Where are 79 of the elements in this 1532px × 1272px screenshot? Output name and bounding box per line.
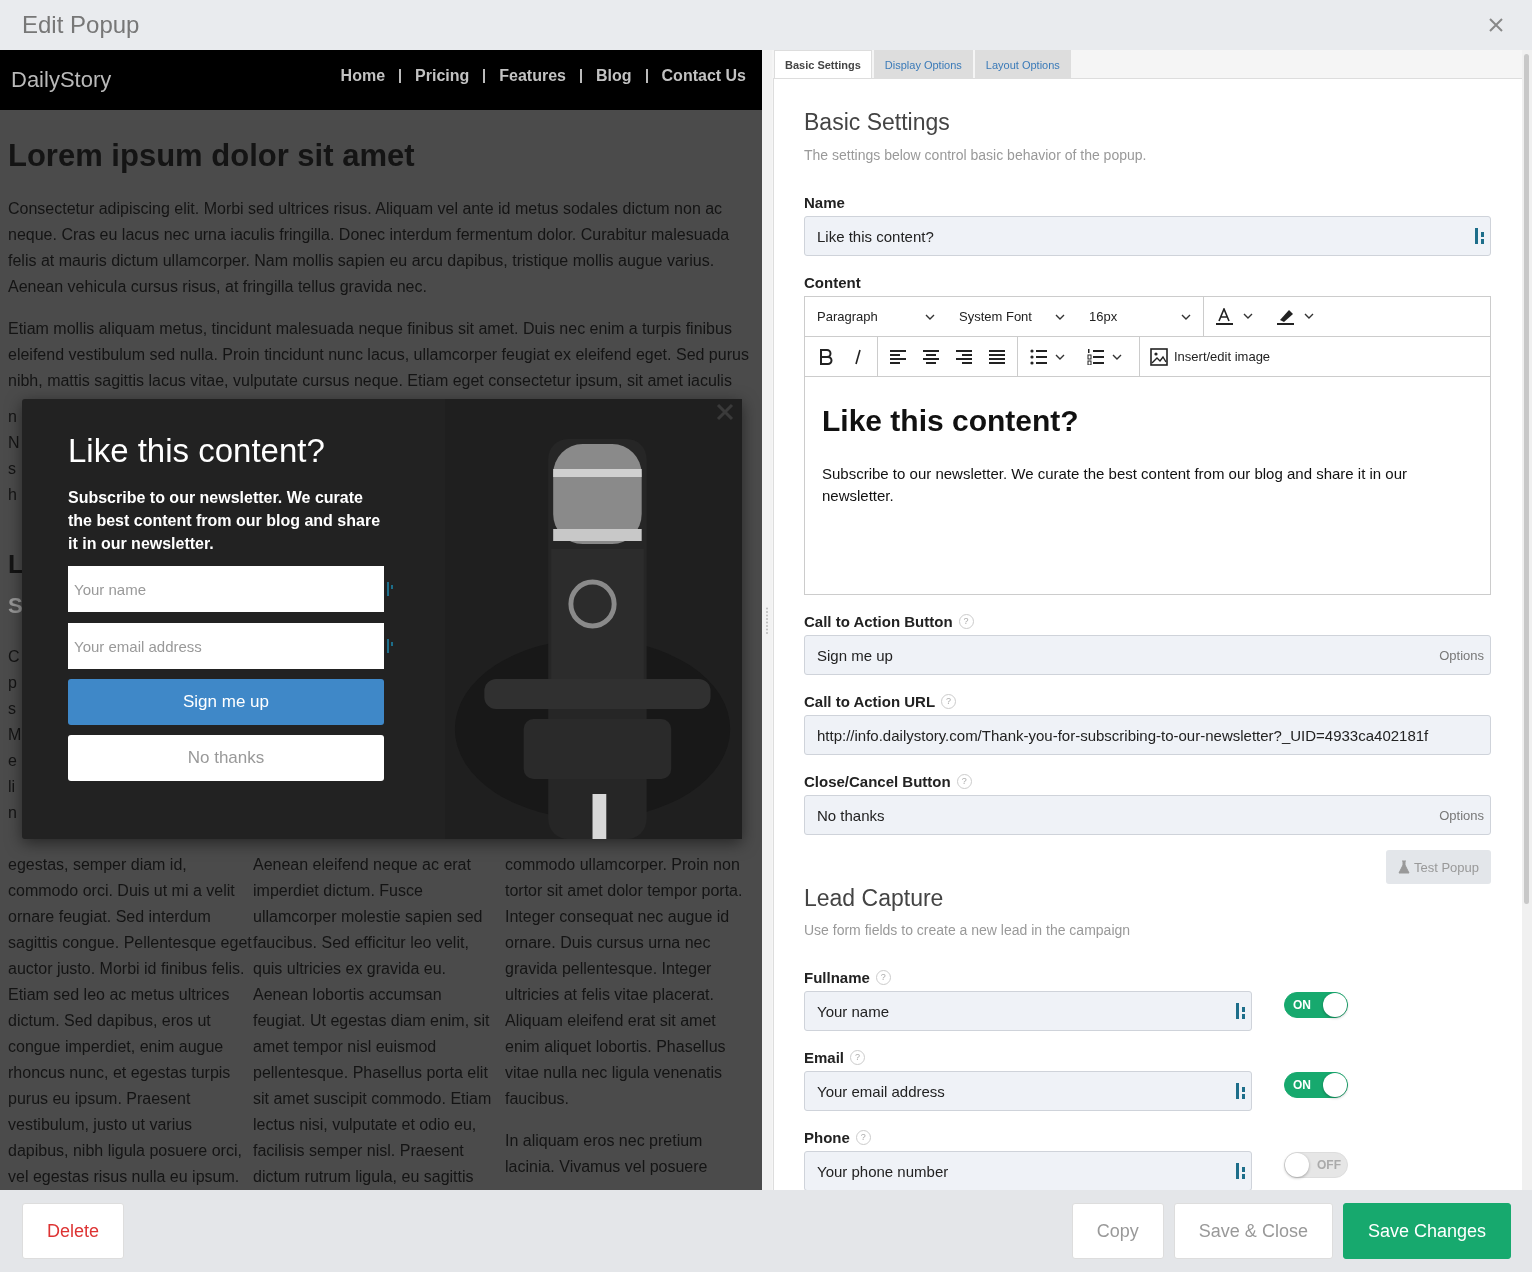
font-size-dropdown[interactable]: 16px — [1077, 297, 1203, 336]
flask-icon — [1397, 860, 1410, 874]
save-button[interactable]: Save Changes — [1342, 1203, 1511, 1259]
italic-icon[interactable] — [853, 348, 863, 365]
tab[interactable]: Display Options — [873, 50, 973, 78]
name-field[interactable]: Like this content? — [804, 216, 1491, 256]
bars-icon — [1236, 1083, 1245, 1099]
field-label: Call to Action Button — [804, 612, 953, 630]
input-field[interactable]: http://info.dailystory.com/Thank-you-for-subscribing-to-our-newsletter?_UID=4933ca402181f — [804, 715, 1491, 755]
text-line: Aliquam eleifend erat sit amet — [505, 1011, 716, 1031]
field-label: Phone — [804, 1128, 850, 1146]
signup-button[interactable]: Sign me up — [68, 679, 384, 725]
section-subtitle: Use form fields to create a new lead in the campaign — [804, 921, 1132, 940]
text-line: ullamcorper molestie sapien sed — [253, 907, 483, 927]
text-line: amet tempor nisl euismod — [253, 1037, 437, 1057]
bars-icon — [1236, 1163, 1245, 1179]
editor-text: Subscribe to our newsletter. We curate the best content from our blog and share it in our newsletter. — [822, 464, 1409, 506]
bold-icon[interactable] — [819, 348, 833, 365]
font-dropdown[interactable]: System Font — [947, 297, 1077, 336]
field-label: Fullname — [804, 968, 870, 986]
nav-link[interactable]: Home — [326, 69, 400, 83]
chevron-icon — [1181, 313, 1191, 320]
tab[interactable]: Basic Settings — [774, 50, 872, 78]
text-line: neque. Cras eu lacus nec urna iaculis fringilla. Donec interdum fermentum dolor. Curabitur malesuada — [8, 225, 730, 245]
text-line: Integer consequat nec augue id — [505, 907, 730, 927]
field-label: Name — [804, 193, 845, 211]
input-field[interactable]: No thanks Options — [804, 795, 1491, 835]
text-line: tortor sit amet dolor tempor porta. — [505, 881, 743, 901]
popup-title: Like this content? — [68, 431, 326, 471]
toggle-switch[interactable]: ON — [1284, 1072, 1348, 1098]
field-label: Email — [804, 1048, 845, 1066]
text-line: faucibus. Sed efficitur leo velit, — [253, 933, 469, 953]
align-icon[interactable] — [989, 349, 1005, 364]
splitter-handle[interactable] — [762, 50, 772, 1190]
text-fragment: S — [8, 592, 23, 620]
text-line: dapibus, nibh ligula posuere orci, — [8, 1141, 242, 1161]
cancel-button[interactable]: No thanks — [68, 735, 384, 781]
input-field[interactable]: Your email address — [804, 1071, 1252, 1111]
popup-text: Subscribe to our newsletter. We curate the best content from our blog and share it in our newsletter. — [68, 488, 382, 554]
bars-icon — [1236, 1003, 1245, 1019]
scrollbar-thumb[interactable] — [1524, 54, 1529, 904]
nav-link[interactable]: Features — [483, 69, 580, 83]
field-label: Close/Cancel Button — [804, 772, 951, 790]
field-label: Content — [804, 273, 861, 291]
nav-link[interactable]: Blog — [580, 69, 646, 83]
grip-icon[interactable] — [765, 605, 769, 635]
section-title: Lead Capture — [804, 884, 945, 912]
editor-heading: Like this content? — [822, 403, 1080, 439]
input-field[interactable]: Your phone number — [804, 1151, 1252, 1190]
save-close-button[interactable]: Save & Close — [1173, 1203, 1333, 1259]
input-field[interactable]: Your name — [804, 991, 1252, 1031]
text-line: Aenean lobortis accumsan — [253, 985, 442, 1005]
block-format-dropdown[interactable]: Paragraph — [805, 297, 947, 336]
chevron-icon — [925, 313, 935, 320]
bars-icon — [387, 582, 393, 596]
nav-link[interactable]: Pricing — [399, 69, 484, 83]
toggle-switch[interactable]: ON — [1284, 992, 1348, 1018]
section-subtitle: The settings below control basic behavior of the popup. — [804, 146, 1148, 165]
align-icon[interactable] — [923, 349, 939, 364]
section-title: Basic Settings — [804, 108, 951, 137]
image-icon — [1150, 347, 1168, 366]
input-field[interactable]: Your name — [68, 566, 384, 612]
bars-icon — [387, 639, 393, 653]
tab[interactable]: Layout Options — [974, 50, 1071, 78]
align-icon[interactable] — [956, 349, 972, 364]
text-line: faucibus. — [505, 1089, 570, 1109]
delete-button[interactable]: Delete — [22, 1203, 125, 1259]
text-line: sagittis congue. Pellentesque eget — [8, 933, 252, 953]
close-icon[interactable] — [1488, 17, 1504, 33]
input-field[interactable]: Your email address — [68, 623, 384, 669]
insert-image-button[interactable]: Insert/edit image — [1139, 337, 1281, 376]
site-logo: DailyStory — [11, 67, 112, 93]
chevron-icon — [1055, 313, 1065, 320]
input-field[interactable]: Sign me up Options — [804, 635, 1491, 675]
bars-icon — [1475, 228, 1484, 244]
copy-button[interactable]: Copy — [1071, 1203, 1164, 1259]
field-label: Call to Action URL — [804, 692, 936, 710]
align-icon[interactable] — [890, 349, 906, 364]
window-title: Edit Popup — [22, 11, 140, 39]
